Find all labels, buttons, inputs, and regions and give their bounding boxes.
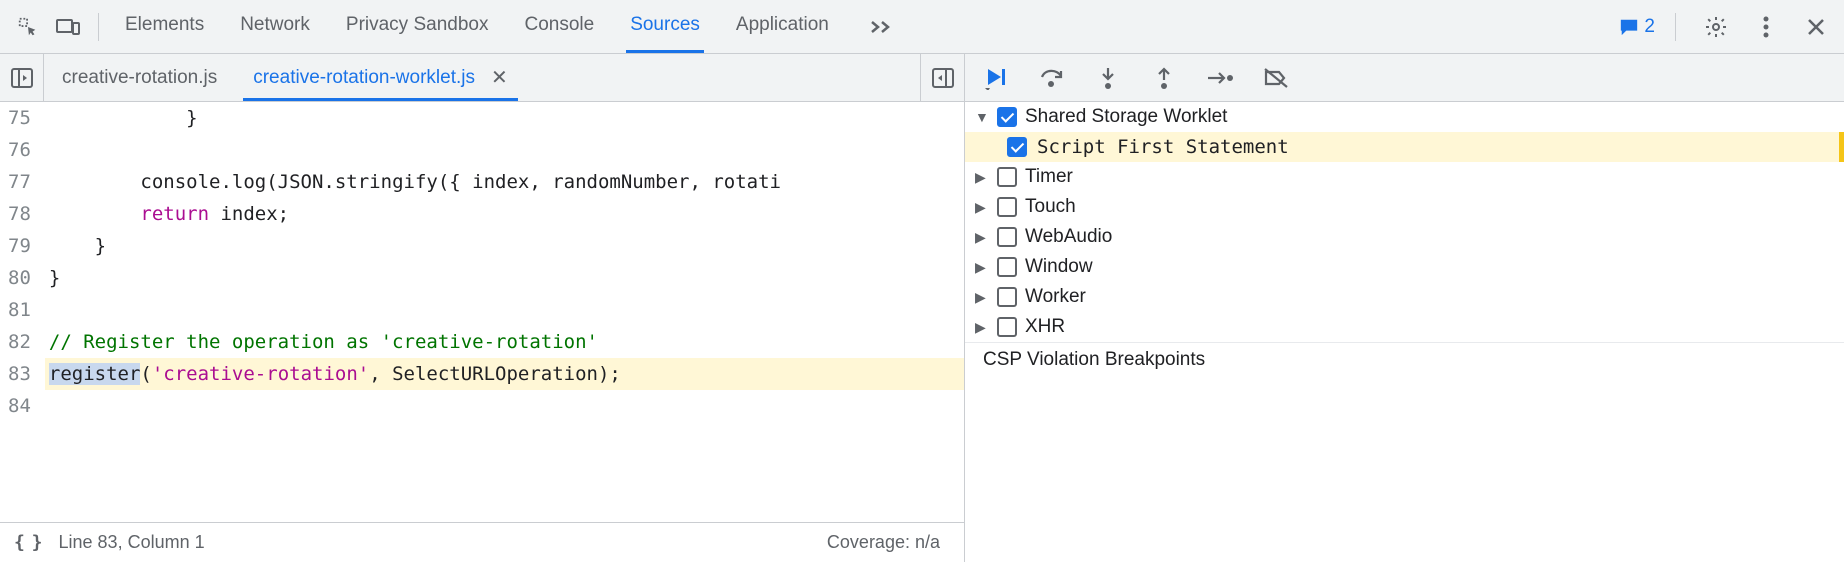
checkbox[interactable]: [997, 107, 1017, 127]
inspect-icon[interactable]: [8, 7, 48, 47]
breakpoint-group-header[interactable]: Worker: [965, 282, 1844, 312]
checkbox[interactable]: [997, 317, 1017, 337]
debugger-sidebar: Shared Storage Worklet Script First Stat…: [965, 102, 1844, 562]
breakpoint-group-label: Touch: [1025, 196, 1076, 218]
section-csp-violation[interactable]: CSP Violation Breakpoints: [965, 342, 1844, 377]
file-tab-creative-rotation[interactable]: creative-rotation.js: [44, 54, 235, 101]
breakpoint-group-header[interactable]: XHR: [965, 312, 1844, 342]
breakpoint-group-header[interactable]: Shared Storage Worklet: [965, 102, 1844, 132]
coverage-status: Coverage: n/a: [827, 532, 950, 553]
second-row: creative-rotation.js creative-rotation-w…: [0, 54, 1844, 102]
breakpoint-group-header[interactable]: WebAudio: [965, 222, 1844, 252]
file-tabs-area: creative-rotation.js creative-rotation-w…: [0, 54, 965, 101]
tab-application[interactable]: Application: [732, 0, 833, 53]
status-bar: { } Line 83, Column 1 Coverage: n/a: [0, 522, 964, 562]
toolbar-right: 2: [1618, 7, 1836, 47]
checkbox[interactable]: [997, 287, 1017, 307]
expand-icon: [975, 259, 989, 276]
close-devtools-icon[interactable]: [1796, 7, 1836, 47]
breakpoint-item-label: Script First Statement: [1037, 136, 1289, 158]
tab-network[interactable]: Network: [236, 0, 314, 53]
device-toggle-icon[interactable]: [48, 7, 88, 47]
checkbox[interactable]: [997, 227, 1017, 247]
line-gutter: 75767778798081828384: [0, 102, 45, 522]
debugger-toggle-icon[interactable]: [920, 54, 964, 101]
code-line: return index;: [45, 198, 964, 230]
more-tabs-icon[interactable]: [861, 7, 901, 47]
pretty-print-icon[interactable]: { }: [14, 532, 41, 553]
tab-sources[interactable]: Sources: [626, 0, 704, 53]
code-pane: 75767778798081828384 } console.log(JSON.…: [0, 102, 965, 562]
expand-icon: [975, 229, 989, 246]
expand-icon: [975, 289, 989, 306]
breakpoint-group-label: Shared Storage Worklet: [1025, 106, 1227, 128]
toolbar-divider: [98, 13, 99, 41]
step-icon[interactable]: [1205, 70, 1235, 86]
panel-tabs: Elements Network Privacy Sandbox Console…: [121, 0, 1618, 53]
line-number[interactable]: 79: [8, 230, 31, 262]
kebab-menu-icon[interactable]: [1746, 7, 1786, 47]
file-tab-label: creative-rotation.js: [62, 67, 217, 89]
code-lines: } console.log(JSON.stringify({ index, ra…: [45, 102, 964, 522]
line-number[interactable]: 84: [8, 390, 31, 422]
tab-elements[interactable]: Elements: [121, 0, 208, 53]
settings-icon[interactable]: [1696, 7, 1736, 47]
breakpoint-group-label: WebAudio: [1025, 226, 1112, 248]
breakpoint-group-label: Timer: [1025, 166, 1073, 188]
messages-count: 2: [1644, 16, 1655, 38]
breakpoint-group-label: Window: [1025, 256, 1093, 278]
line-number[interactable]: 83: [8, 358, 31, 390]
expand-icon: [975, 109, 989, 125]
expand-icon: [975, 169, 989, 186]
breakpoint-group-header[interactable]: Timer: [965, 162, 1844, 192]
line-number[interactable]: 76: [8, 134, 31, 166]
line-number[interactable]: 80: [8, 262, 31, 294]
close-tab-icon[interactable]: ✕: [491, 65, 508, 90]
deactivate-breakpoints-icon[interactable]: [1261, 67, 1291, 89]
code-line: // Register the operation as 'creative-r…: [45, 326, 964, 358]
breakpoint-item-script-first-statement[interactable]: Script First Statement: [965, 132, 1844, 162]
main-area: 75767778798081828384 } console.log(JSON.…: [0, 102, 1844, 562]
expand-icon: [975, 319, 989, 336]
step-over-icon[interactable]: [1037, 67, 1067, 89]
step-into-icon[interactable]: [1093, 66, 1123, 90]
expand-icon: [975, 199, 989, 216]
code-editor[interactable]: 75767778798081828384 } console.log(JSON.…: [0, 102, 964, 522]
code-line: [45, 390, 964, 422]
code-line: }: [45, 262, 964, 294]
breakpoint-group-label: XHR: [1025, 316, 1065, 338]
code-line: [45, 294, 964, 326]
file-tab-creative-rotation-worklet[interactable]: creative-rotation-worklet.js ✕: [235, 54, 526, 101]
main-toolbar: Elements Network Privacy Sandbox Console…: [0, 0, 1844, 54]
line-number[interactable]: 77: [8, 166, 31, 198]
resume-icon[interactable]: [981, 66, 1011, 90]
toolbar-divider-2: [1675, 13, 1676, 41]
breakpoint-group-header[interactable]: Touch: [965, 192, 1844, 222]
breakpoint-group-label: Worker: [1025, 286, 1086, 308]
debug-toolbar: [965, 54, 1844, 101]
breakpoint-group-header[interactable]: Window: [965, 252, 1844, 282]
code-line: }: [45, 102, 964, 134]
section-label: CSP Violation Breakpoints: [983, 349, 1205, 371]
tab-privacy-sandbox[interactable]: Privacy Sandbox: [342, 0, 493, 53]
line-number[interactable]: 78: [8, 198, 31, 230]
line-number[interactable]: 82: [8, 326, 31, 358]
code-line: [45, 134, 964, 166]
code-line: register('creative-rotation', SelectURLO…: [45, 358, 964, 390]
checkbox[interactable]: [1007, 137, 1027, 157]
file-tab-label: creative-rotation-worklet.js: [253, 67, 475, 89]
checkbox[interactable]: [997, 197, 1017, 217]
code-line: console.log(JSON.stringify({ index, rand…: [45, 166, 964, 198]
cursor-position: Line 83, Column 1: [59, 532, 205, 553]
step-out-icon[interactable]: [1149, 66, 1179, 90]
breakpoint-group-shared-storage: Shared Storage Worklet Script First Stat…: [965, 102, 1844, 162]
tab-console[interactable]: Console: [520, 0, 598, 53]
checkbox[interactable]: [997, 257, 1017, 277]
checkbox[interactable]: [997, 167, 1017, 187]
navigator-toggle-icon[interactable]: [0, 54, 44, 101]
code-line: }: [45, 230, 964, 262]
line-number[interactable]: 81: [8, 294, 31, 326]
line-number[interactable]: 75: [8, 102, 31, 134]
messages-badge[interactable]: 2: [1618, 16, 1655, 38]
